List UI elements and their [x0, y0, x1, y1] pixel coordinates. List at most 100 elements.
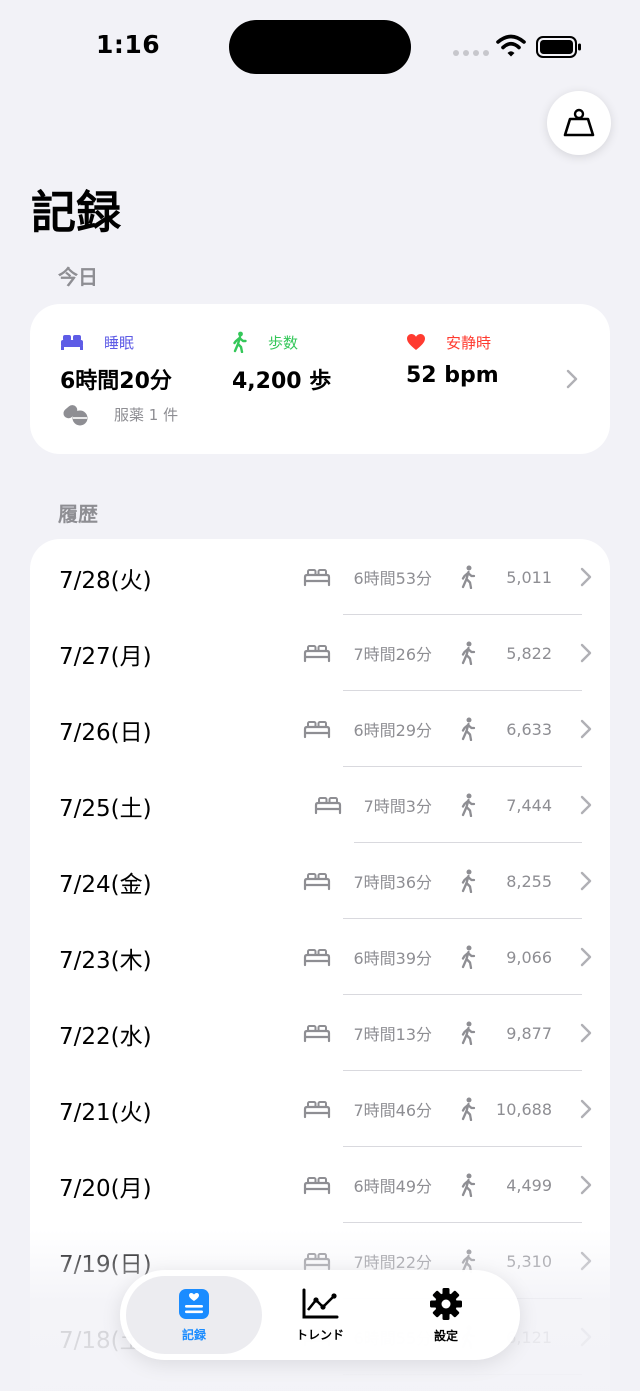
bed-icon	[304, 949, 331, 967]
row-sleep: 6時間53分	[353, 569, 432, 588]
heart-icon	[407, 334, 425, 350]
history-row[interactable]: 7/26(日) 6時間29分 6,633	[30, 691, 610, 767]
gear-icon	[430, 1287, 462, 1320]
status-bar: 1:16	[0, 0, 640, 96]
walking-icon	[461, 869, 476, 893]
walking-icon	[461, 793, 476, 817]
medication-label: 服薬 1 件	[114, 405, 179, 424]
sleep-value: 6時間20分	[60, 369, 172, 394]
walking-icon	[461, 1021, 476, 1045]
bed-icon	[314, 797, 341, 815]
bed-icon	[304, 721, 331, 739]
history-row[interactable]: 7/28(火) 6時間53分 5,011	[30, 539, 610, 615]
steps-metric: 歩数 4,200 歩	[232, 330, 331, 395]
row-stats: 6時間39分 9,066	[303, 919, 552, 995]
row-sleep: 7時間36分	[353, 873, 432, 892]
tab-settings-label: 設定	[433, 1328, 458, 1343]
walking-icon	[461, 1097, 476, 1121]
chevron-right-icon	[566, 369, 578, 389]
tab-trends[interactable]: トレンド	[252, 1276, 388, 1354]
row-date: 7/20(月)	[59, 1176, 152, 1202]
chevron-right-icon	[580, 871, 592, 891]
tab-settings[interactable]: 設定	[378, 1276, 514, 1354]
line-chart-icon	[302, 1288, 339, 1318]
row-steps: 6,633	[506, 719, 552, 739]
row-date: 7/21(火)	[59, 1100, 152, 1126]
bed-icon	[304, 1025, 331, 1043]
row-stats: 7時間3分 7,444	[314, 767, 552, 843]
row-stats: 6時間49分 4,499	[303, 1147, 552, 1223]
chevron-right-icon	[580, 1175, 592, 1195]
walking-icon	[461, 565, 476, 589]
bed-icon	[304, 569, 331, 587]
row-stats: 7時間36分 8,255	[303, 843, 552, 919]
row-steps: 8,255	[506, 871, 552, 891]
row-steps: 5,822	[506, 643, 552, 663]
history-row[interactable]: 7/24(金) 7時間36分 8,255	[30, 843, 610, 919]
resting-label: 安静時	[446, 333, 492, 352]
bed-icon	[61, 335, 83, 350]
history-section-label: 履歴	[58, 502, 98, 526]
row-sleep: 6時間39分	[353, 949, 432, 968]
status-time: 1:16	[96, 30, 161, 59]
walking-icon	[233, 331, 247, 353]
cellular-signal-icon	[453, 50, 489, 56]
chevron-right-icon	[580, 567, 592, 587]
row-date: 7/28(火)	[59, 568, 152, 594]
resting-value: 52 bpm	[406, 363, 499, 388]
tab-trends-label: トレンド	[295, 1327, 344, 1342]
row-date: 7/27(月)	[59, 644, 152, 670]
dynamic-island	[229, 20, 411, 74]
row-steps: 5,011	[506, 567, 552, 587]
row-stats: 7時間26分 5,822	[303, 615, 552, 691]
bed-icon	[304, 645, 331, 663]
list-heart-icon	[179, 1288, 209, 1319]
history-row[interactable]: 7/21(火) 7時間46分 10,688	[30, 1071, 610, 1147]
chevron-right-icon	[580, 795, 592, 815]
medication-row: 服薬 1 件	[60, 402, 178, 426]
steps-label: 歩数	[268, 333, 299, 352]
chevron-right-icon	[580, 719, 592, 739]
row-date: 7/25(土)	[59, 796, 152, 822]
row-steps: 7,444	[506, 795, 552, 815]
history-row[interactable]: 7/20(月) 6時間49分 4,499	[30, 1147, 610, 1223]
chevron-right-icon	[580, 1023, 592, 1043]
chevron-right-icon	[580, 1099, 592, 1119]
walking-icon	[461, 1173, 476, 1197]
bed-icon	[304, 1101, 331, 1119]
weight-button[interactable]	[547, 91, 611, 155]
history-row[interactable]: 7/25(土) 7時間3分 7,444	[30, 767, 610, 843]
pills-icon	[63, 405, 88, 426]
history-row[interactable]: 7/22(水) 7時間13分 9,877	[30, 995, 610, 1071]
row-date: 7/26(日)	[59, 720, 152, 746]
tab-records-label: 記録	[181, 1327, 206, 1342]
walking-icon	[461, 717, 476, 741]
row-date: 7/24(金)	[59, 872, 152, 898]
history-row[interactable]: 7/23(木) 6時間39分 9,066	[30, 919, 610, 995]
row-steps: 9,066	[506, 947, 552, 967]
today-summary-card[interactable]: 睡眠 6時間20分 歩数 4,200 歩 安静時 52 bpm 服薬 1 件	[30, 304, 610, 454]
row-sleep: 7時間46分	[353, 1101, 432, 1120]
chevron-right-icon	[580, 643, 592, 663]
tab-bar: 記録 トレンド 設定	[120, 1270, 520, 1360]
battery-icon	[536, 36, 581, 58]
walking-icon	[461, 945, 476, 969]
row-stats: 6時間53分 5,011	[303, 539, 552, 615]
row-date: 7/23(木)	[59, 948, 152, 974]
page-title: 記録	[31, 186, 122, 239]
tab-records[interactable]: 記録	[126, 1276, 262, 1354]
row-sleep: 7時間13分	[353, 1025, 432, 1044]
walking-icon	[461, 641, 476, 665]
row-sleep: 7時間26分	[353, 645, 432, 664]
row-sleep: 7時間3分	[363, 797, 432, 816]
sleep-label: 睡眠	[104, 333, 135, 352]
chevron-right-icon	[580, 947, 592, 967]
row-stats: 7時間13分 9,877	[303, 995, 552, 1071]
row-stats: 7時間46分 10,688	[303, 1071, 552, 1147]
row-sleep: 6時間29分	[353, 721, 432, 740]
history-row[interactable]: 7/27(月) 7時間26分 5,822	[30, 615, 610, 691]
row-sleep: 6時間49分	[353, 1177, 432, 1196]
row-steps: 4,499	[506, 1175, 552, 1195]
sleep-metric: 睡眠 6時間20分	[60, 330, 172, 395]
row-stats: 6時間29分 6,633	[303, 691, 552, 767]
